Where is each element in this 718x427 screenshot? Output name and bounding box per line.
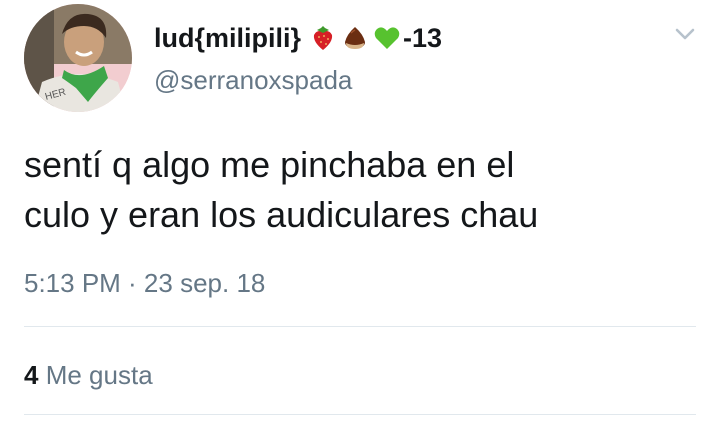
author-handle[interactable]: @serranoxspada xyxy=(154,64,352,96)
tweet-text: sentí q algo me pinchaba en el culo y er… xyxy=(24,140,694,240)
name-suffix: -13 xyxy=(403,23,443,53)
tweet-timestamp[interactable]: 5:13 PM · 23 sep. 18 xyxy=(24,266,265,300)
likes-stat[interactable]: 4 Me gusta xyxy=(24,358,153,392)
chestnut-emoji-icon xyxy=(345,27,366,49)
name-emojis xyxy=(309,24,401,52)
divider xyxy=(24,414,696,415)
tweet-text-line: sentí q algo me pinchaba en el xyxy=(24,144,515,185)
likes-count: 4 xyxy=(24,360,39,390)
likes-label: Me gusta xyxy=(45,360,153,390)
display-name[interactable]: lud{milipili} xyxy=(154,22,301,54)
divider xyxy=(24,326,696,327)
tweet-text-line: culo y eran los audiculares chau xyxy=(24,194,539,235)
chevron-down-icon[interactable] xyxy=(672,24,698,44)
strawberry-emoji-icon xyxy=(313,26,333,50)
avatar[interactable]: HER xyxy=(24,4,132,112)
green-heart-emoji-icon xyxy=(374,27,400,49)
author-name-row[interactable]: lud{milipili} -13 xyxy=(154,22,442,54)
